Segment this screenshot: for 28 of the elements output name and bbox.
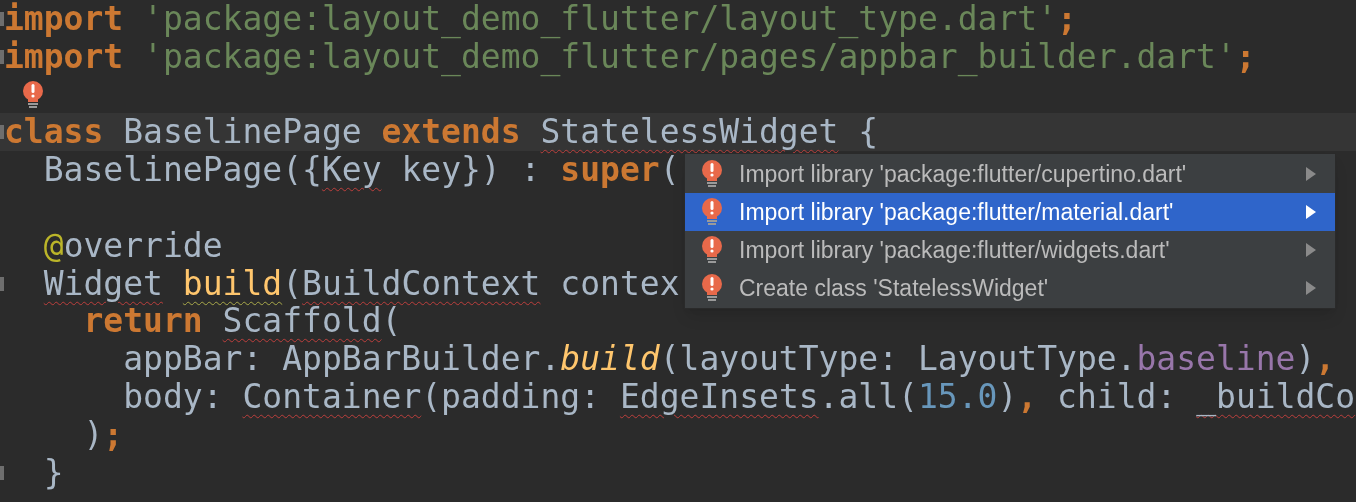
code-line: appBar: AppBarBuilder.build(layoutType: LayoutType.baseline), [122,340,1336,378]
code-line: body: Container(padding: EdgeInsets.all(15.0), child: _buildCo [122,377,1356,416]
code-line: return Scaffold( [83,302,402,341]
lightbulb-icon[interactable] [22,79,44,110]
fold-marker-icon[interactable] [0,125,4,140]
fold-marker-icon[interactable] [0,465,4,480]
fold-marker-icon[interactable] [0,276,4,291]
submenu-arrow-icon [1305,205,1317,219]
lightbulb-icon[interactable] [701,159,723,189]
fold-marker-icon[interactable] [0,12,4,26]
lightbulb-icon[interactable] [701,273,723,303]
intention-menu-item[interactable]: Import library 'package:flutter/cupertino.dart' [685,155,1335,193]
intention-menu-item[interactable]: Import library 'package:flutter/material.dart' [685,193,1335,231]
intention-menu-item[interactable]: Create class 'StatelessWidget' [685,269,1335,307]
submenu-arrow-icon [1305,281,1317,295]
lightbulb-icon[interactable] [701,235,723,265]
code-line: } [42,453,64,492]
code-line: import 'package:layout_demo_flutter/layout_type.dart'; [4,0,1077,38]
code-line: class BaselinePage extends StatelessWidget { [4,113,879,152]
code-line: Widget build(BuildContext contex [42,264,680,303]
fold-marker-icon[interactable] [0,49,4,64]
code-line: @override [42,226,223,265]
code-line: BaselinePage({Key key}) : super( [42,151,680,189]
intention-menu-item[interactable]: Import library 'package:flutter/widgets.dart' [685,231,1335,269]
submenu-arrow-icon [1305,167,1317,181]
code-line: import 'package:layout_demo_flutter/pages/appbar_builder.dart'; [4,37,1256,76]
submenu-arrow-icon [1305,243,1317,257]
code-line: ); [82,415,124,454]
